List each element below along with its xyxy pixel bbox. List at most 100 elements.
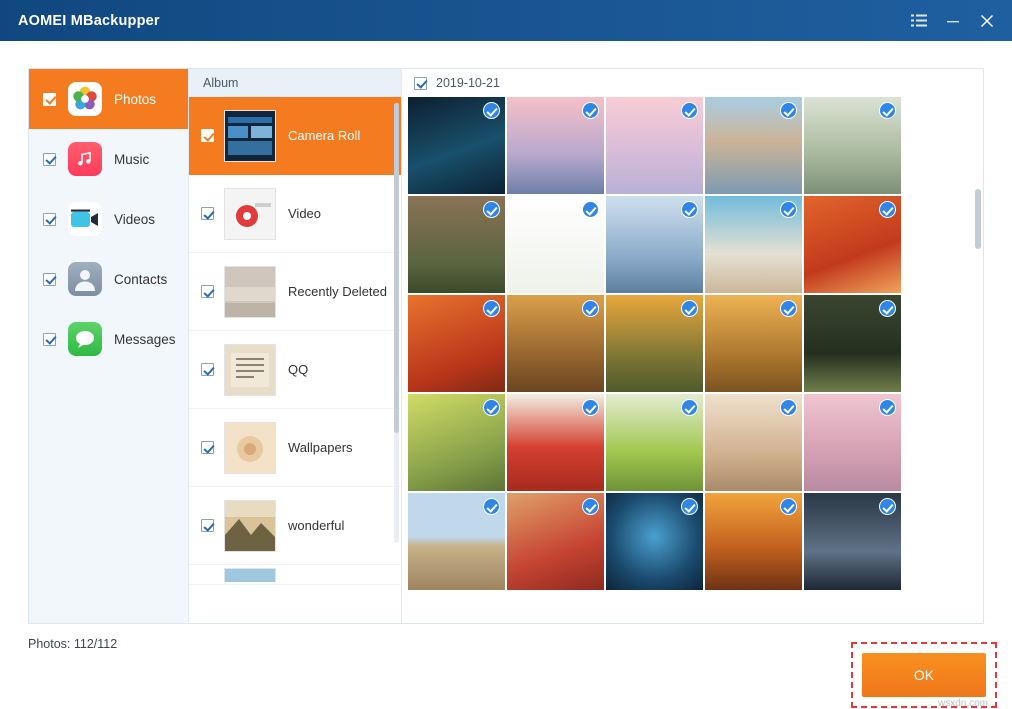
photo-selected-check[interactable] xyxy=(879,399,896,416)
photo-selected-check[interactable] xyxy=(483,300,500,317)
photo-autumn-path[interactable] xyxy=(507,295,604,392)
album-scrollbar-track[interactable] xyxy=(394,103,399,543)
photo-selected-check[interactable] xyxy=(780,300,797,317)
photo-garden-lantern[interactable] xyxy=(606,295,703,392)
close-button[interactable] xyxy=(970,0,1004,41)
date-group-header[interactable]: 2019-10-21 xyxy=(402,69,983,97)
photo-city-night[interactable] xyxy=(408,97,505,194)
minimize-button[interactable] xyxy=(936,0,970,41)
photo-selected-check[interactable] xyxy=(582,201,599,218)
album-item-camera-roll[interactable]: Camera Roll xyxy=(189,97,401,175)
photo-selected-check[interactable] xyxy=(681,201,698,218)
photo-selected-check[interactable] xyxy=(780,498,797,515)
album-checkbox[interactable] xyxy=(201,207,214,220)
sidebar-item-music[interactable]: Music xyxy=(29,129,188,189)
photo-wooden-house[interactable] xyxy=(408,196,505,293)
list-view-icon[interactable] xyxy=(902,0,936,41)
photo-selected-check[interactable] xyxy=(879,201,896,218)
photo-selected-check[interactable] xyxy=(483,201,500,218)
photo-maple-leaves[interactable] xyxy=(408,295,505,392)
photo-selected-check[interactable] xyxy=(879,102,896,119)
album-label: Video xyxy=(288,206,321,221)
photo-scrollbar-thumb[interactable] xyxy=(975,189,981,249)
photo-row xyxy=(408,493,983,592)
messages-checkbox[interactable] xyxy=(43,333,56,346)
photo-red-leaf[interactable] xyxy=(507,394,604,491)
application-window: AOMEI MBackupper xyxy=(0,0,1012,675)
photo-selected-check[interactable] xyxy=(582,498,599,515)
watermark: wsxdn.com xyxy=(938,698,988,709)
photo-selected-check[interactable] xyxy=(582,102,599,119)
sidebar-item-contacts[interactable]: Contacts xyxy=(29,249,188,309)
sidebar-item-videos[interactable]: Videos xyxy=(29,189,188,249)
album-label: Camera Roll xyxy=(288,128,360,143)
photo-autumn-house[interactable] xyxy=(705,295,802,392)
contacts-checkbox[interactable] xyxy=(43,273,56,286)
photo-selected-check[interactable] xyxy=(780,201,797,218)
album-item-qq[interactable]: QQ xyxy=(189,331,401,409)
photo-street-lights[interactable] xyxy=(804,493,901,590)
photo-grid-panel: 2019-10-21 xyxy=(402,69,983,623)
album-scrollbar-thumb[interactable] xyxy=(394,103,399,433)
music-checkbox[interactable] xyxy=(43,153,56,166)
photos-checkbox[interactable] xyxy=(43,93,56,106)
photo-green-leaves[interactable] xyxy=(606,394,703,491)
photo-hands-flower[interactable] xyxy=(705,394,802,491)
window-controls xyxy=(902,0,1012,41)
album-thumbnail xyxy=(224,110,276,162)
selection-panel: Photos Music xyxy=(28,68,984,624)
album-checkbox[interactable] xyxy=(201,285,214,298)
sidebar-item-label: Contacts xyxy=(114,272,167,287)
photo-white-tree[interactable] xyxy=(507,196,604,293)
album-thumbnail xyxy=(224,266,276,318)
videos-checkbox[interactable] xyxy=(43,213,56,226)
photo-selected-check[interactable] xyxy=(681,102,698,119)
photo-selected-check[interactable] xyxy=(780,399,797,416)
photo-selected-check[interactable] xyxy=(681,399,698,416)
album-item-wonderful[interactable]: wonderful xyxy=(189,487,401,565)
photo-venice-canal[interactable] xyxy=(705,97,802,194)
photo-selected-check[interactable] xyxy=(483,102,500,119)
photo-selected-check[interactable] xyxy=(879,300,896,317)
album-checkbox[interactable] xyxy=(201,363,214,376)
photo-tv-tower[interactable] xyxy=(606,196,703,293)
ok-button[interactable]: OK xyxy=(862,653,986,697)
album-item-recently-deleted[interactable]: Recently Deleted xyxy=(189,253,401,331)
photo-sunset-road[interactable] xyxy=(705,493,802,590)
album-label: QQ xyxy=(288,362,308,377)
album-item-video[interactable]: Video xyxy=(189,175,401,253)
album-item-wallpapers[interactable]: Wallpapers xyxy=(189,409,401,487)
album-checkbox[interactable] xyxy=(201,441,214,454)
photo-selected-check[interactable] xyxy=(879,498,896,515)
photo-pink-clouds[interactable] xyxy=(507,97,604,194)
sidebar-item-photos[interactable]: Photos xyxy=(29,69,188,129)
photo-earth-blue[interactable] xyxy=(606,493,703,590)
date-group-label: 2019-10-21 xyxy=(436,76,500,90)
album-checkbox[interactable] xyxy=(201,129,214,142)
contacts-icon xyxy=(68,262,102,296)
photo-bokeh-red[interactable] xyxy=(507,493,604,590)
photo-desert-road[interactable] xyxy=(408,493,505,590)
date-group-checkbox[interactable] xyxy=(414,77,427,90)
photo-selected-check[interactable] xyxy=(483,399,500,416)
album-checkbox[interactable] xyxy=(201,519,214,532)
photo-pastel-sky[interactable] xyxy=(606,97,703,194)
photo-selected-check[interactable] xyxy=(681,300,698,317)
photo-yellow-leaf[interactable] xyxy=(408,394,505,491)
photo-selected-check[interactable] xyxy=(582,399,599,416)
photos-icon xyxy=(68,82,102,116)
photo-selected-check[interactable] xyxy=(780,102,797,119)
photo-coast-pool[interactable] xyxy=(705,196,802,293)
photo-selected-check[interactable] xyxy=(483,498,500,515)
photo-selected-check[interactable] xyxy=(582,300,599,317)
photo-pink-rose[interactable] xyxy=(804,394,901,491)
photo-dark-forest[interactable] xyxy=(804,295,901,392)
photo-lake-trees[interactable] xyxy=(804,97,901,194)
photo-red-maple[interactable] xyxy=(804,196,901,293)
photo-selected-check[interactable] xyxy=(681,498,698,515)
sidebar-item-label: Videos xyxy=(114,212,155,227)
title-bar: AOMEI MBackupper xyxy=(0,0,1012,41)
album-item-partial[interactable] xyxy=(189,565,401,585)
ok-button-wrapper: OK xyxy=(862,653,986,697)
sidebar-item-messages[interactable]: Messages xyxy=(29,309,188,369)
